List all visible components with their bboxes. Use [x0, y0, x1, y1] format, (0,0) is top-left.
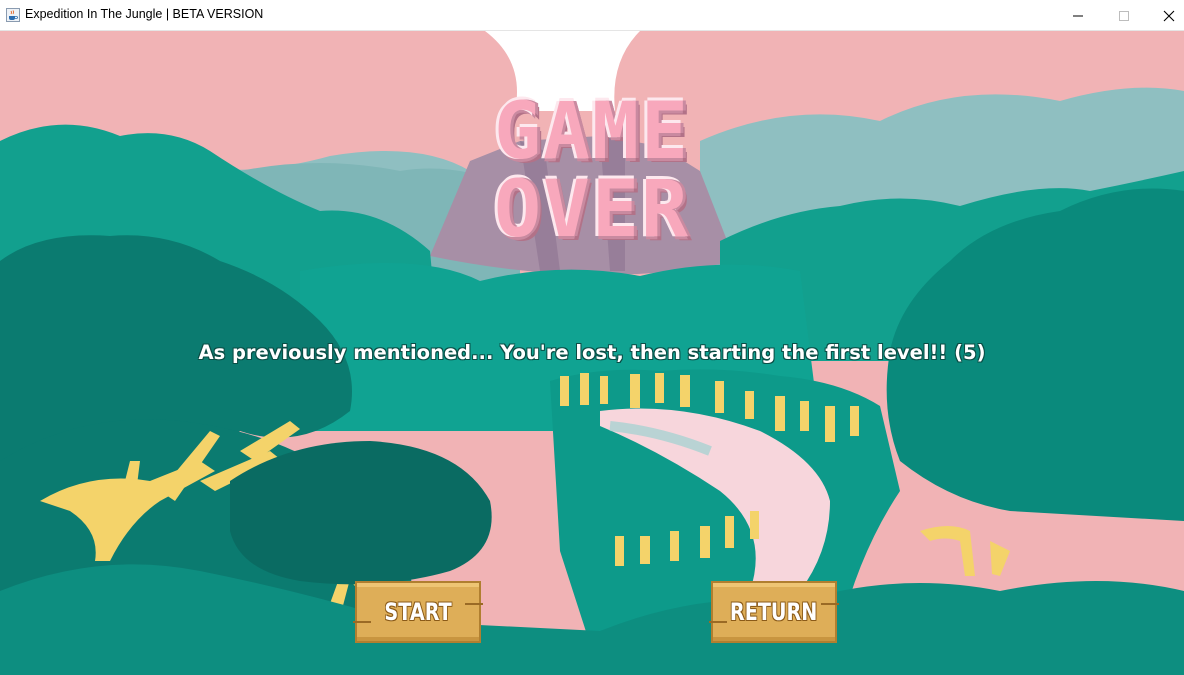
close-button[interactable] [1146, 0, 1184, 31]
maximize-icon [1119, 10, 1129, 21]
return-button[interactable]: RETURN [709, 581, 839, 643]
window-titlebar: Expedition In The Jungle | BETA VERSION [0, 0, 1184, 31]
minimize-button[interactable] [1055, 0, 1101, 31]
close-icon [1163, 10, 1175, 21]
status-message: As previously mentioned... You're lost, … [198, 341, 986, 364]
sign-plank-right [821, 603, 839, 605]
maximize-button[interactable] [1101, 0, 1147, 31]
game-over-title-line2: OVER [494, 165, 690, 255]
game-scene: GAME OVER As previously mentioned... You… [0, 31, 1184, 675]
window-title: Expedition In The Jungle | BETA VERSION [25, 7, 264, 21]
sign-plank-left [353, 621, 371, 623]
game-over-title-line1: GAME [494, 87, 690, 177]
sign-plank-left [709, 621, 727, 623]
return-button-label: RETURN [730, 598, 818, 626]
sign-plank-right [465, 603, 483, 605]
java-cup-icon [6, 8, 20, 22]
start-button-label: START [384, 598, 452, 626]
start-button[interactable]: START [353, 581, 483, 643]
minimize-icon [1073, 15, 1083, 16]
